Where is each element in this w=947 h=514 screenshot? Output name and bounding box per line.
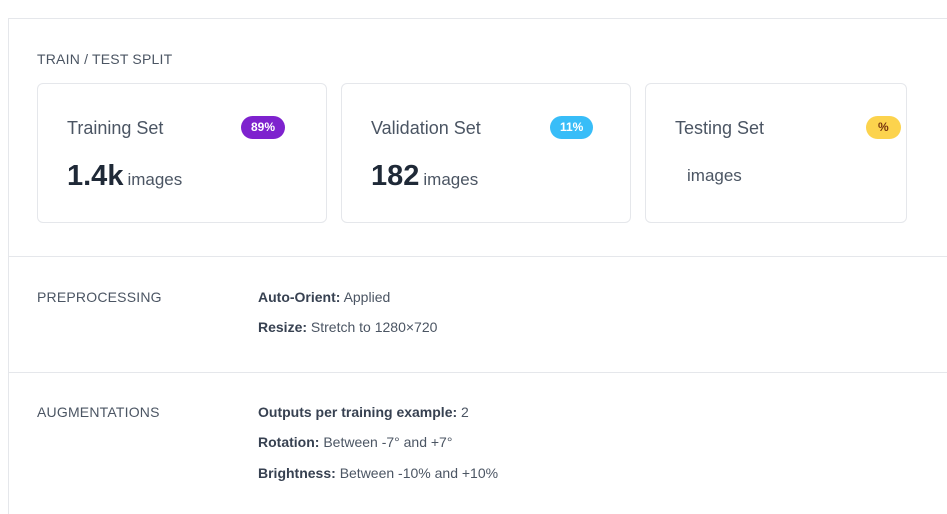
testing-set-title: Testing Set — [675, 118, 765, 138]
preprocessing-title: PREPROCESSING — [37, 289, 162, 305]
preprocessing-resize-value: Stretch to 1280×720 — [310, 319, 438, 335]
training-set-card[interactable]: Training Set 89% 1.4k images — [37, 83, 327, 223]
validation-set-count-unit: images — [423, 170, 479, 189]
testing-set-count-unit: images — [687, 166, 742, 185]
section-divider — [9, 372, 947, 373]
augmentation-rotation: Rotation: Between -7° and +7° — [258, 434, 452, 450]
training-set-percent-badge: 89% — [241, 116, 286, 139]
section-divider — [9, 256, 947, 257]
preprocessing-resize-key: Resize: — [258, 319, 308, 335]
augmentation-rotation-value: Between -7° and +7° — [323, 434, 453, 450]
training-set-count-unit: images — [127, 170, 183, 189]
validation-set-title: Validation Set — [371, 118, 481, 138]
train-test-split-title: TRAIN / TEST SPLIT — [37, 51, 173, 67]
augmentation-outputs-value: 2 — [461, 404, 469, 420]
validation-set-percent-badge: 11% — [550, 116, 594, 139]
augmentation-brightness-value: Between -10% and +10% — [339, 465, 499, 481]
testing-set-card[interactable]: Testing Set % images — [645, 83, 907, 223]
testing-set-count: images — [683, 156, 742, 189]
augmentation-brightness-key: Brightness: — [258, 465, 336, 481]
validation-set-count-value: 182 — [371, 160, 420, 192]
validation-set-count: 182 images — [371, 160, 478, 193]
training-set-title: Training Set — [67, 118, 164, 138]
preprocessing-resize: Resize: Stretch to 1280×720 — [258, 319, 437, 335]
augmentation-brightness: Brightness: Between -10% and +10% — [258, 465, 498, 481]
split-cards: Training Set 89% 1.4k images Validation S… — [37, 83, 907, 223]
training-set-count-value: 1.4k — [67, 160, 124, 192]
preprocessing-auto-orient-value: Applied — [343, 289, 391, 305]
dataset-version-panel: TRAIN / TEST SPLIT Training Set 89% 1.4k… — [8, 18, 947, 514]
augmentation-outputs-key: Outputs per training example: — [258, 404, 458, 420]
augmentations-title: AUGMENTATIONS — [37, 404, 160, 420]
preprocessing-auto-orient-key: Auto-Orient: — [258, 289, 341, 305]
training-set-count: 1.4k images — [67, 160, 182, 193]
augmentation-rotation-key: Rotation: — [258, 434, 320, 450]
augmentation-outputs: Outputs per training example: 2 — [258, 404, 469, 420]
validation-set-card[interactable]: Validation Set 11% 182 images — [341, 83, 631, 223]
preprocessing-auto-orient: Auto-Orient: Applied — [258, 289, 390, 305]
testing-set-percent-badge: % — [866, 116, 901, 139]
